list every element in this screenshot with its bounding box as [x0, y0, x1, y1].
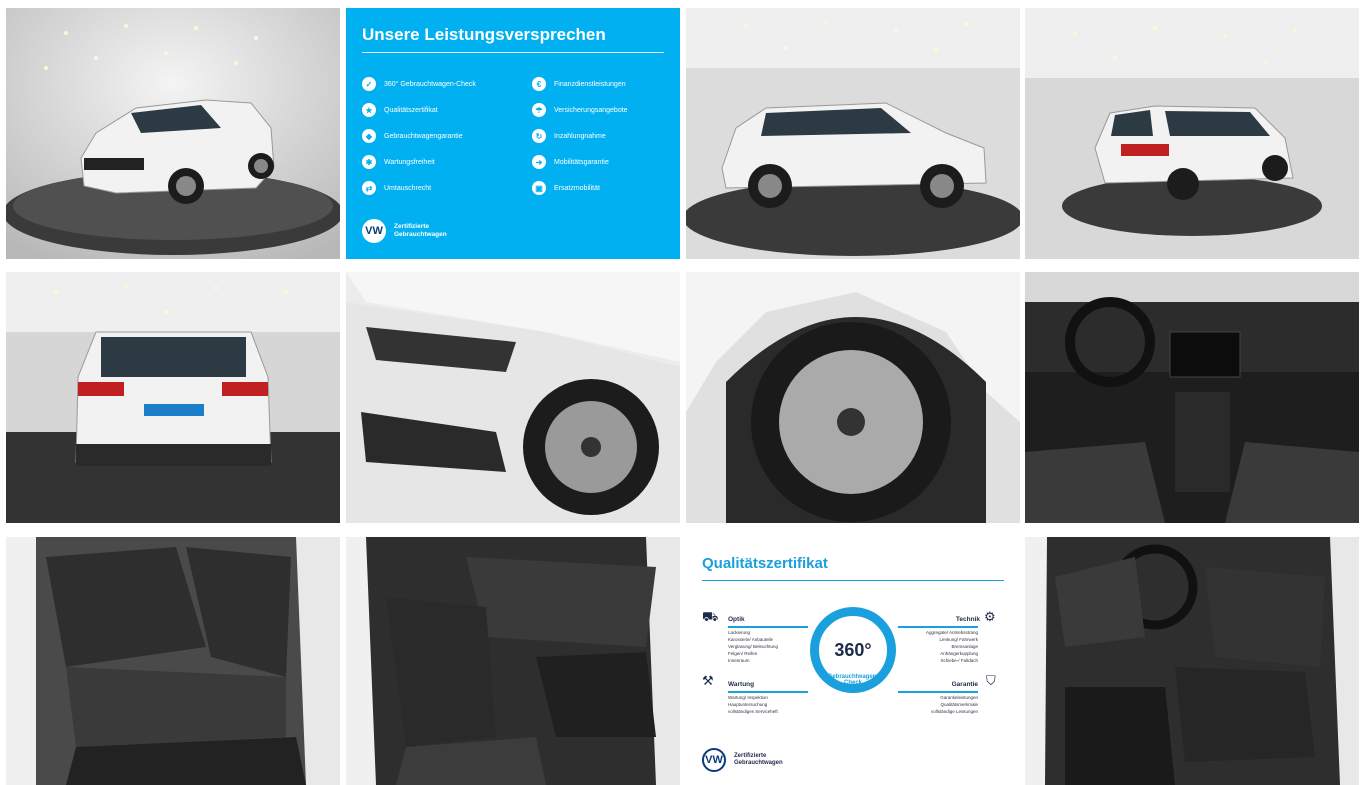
list-item: Verglasung/ Beleuchtung: [728, 644, 779, 649]
passenger-interior-image: [346, 537, 680, 785]
list-item: Qualitätsmerkmale: [940, 702, 978, 707]
front-wheel-headlight-image: [346, 272, 680, 523]
list-item: Karosserie/ Anbauteile: [728, 637, 774, 642]
divider: [898, 626, 978, 628]
section-garantie-label: Garantie: [951, 681, 978, 688]
list-item: Lenkung/ Fahrwerk: [939, 637, 978, 642]
divider: [362, 52, 664, 53]
promise-item: ➜ Mobilitätsgarantie: [532, 154, 609, 170]
photo-rear-seats[interactable]: [6, 537, 340, 785]
list-item: Hauptuntersuchung: [728, 702, 768, 707]
replacement-car-icon: ▣: [532, 181, 546, 195]
divider: [728, 691, 808, 693]
finance-icon: €: [532, 77, 546, 91]
badge-number: 360°: [834, 639, 872, 660]
trade-in-icon: ↻: [532, 129, 546, 143]
list-item: Aggregate/ Antriebsstrang: [925, 630, 978, 635]
insurance-icon: ☂: [532, 103, 546, 117]
promise-item: ◆ Gebrauchtwagengarantie: [362, 128, 463, 144]
shield-check-icon: ⛉: [986, 673, 996, 688]
promise-item: ▣ Ersatzmobilität: [532, 180, 600, 196]
promise-item: ✓ 360° Gebrauchtwagen-Check: [362, 76, 476, 92]
car-rear-three-quarter-image: [1025, 8, 1359, 259]
list-item: vollständige Leistungen: [930, 709, 978, 714]
promise-item: ★ Qualitätszertifikat: [362, 102, 438, 118]
car-tech-icon: ⚙: [984, 609, 996, 624]
promise-item: ☂ Versicherungsangebote: [532, 102, 628, 118]
car-optics-icon: ⛟: [702, 609, 719, 624]
list-item: Lackierung: [728, 630, 751, 635]
car-side-profile-image: [686, 8, 1020, 259]
photo-rear-three-quarter[interactable]: [1025, 8, 1359, 259]
leistungsversprechen-title: Unsere Leistungsversprechen: [362, 25, 606, 44]
promise-item: ✱ Wartungsfreiheit: [362, 154, 435, 170]
photo-side-profile[interactable]: [686, 8, 1020, 259]
list-item: Anhängerkupplung: [940, 651, 978, 656]
section-wartung-label: Wartung: [728, 681, 755, 688]
wheel-closeup-image: [686, 272, 1020, 523]
shield-icon: ◆: [362, 129, 376, 143]
photo-wheel-closeup[interactable]: [686, 272, 1020, 523]
list-item: Bremsanlage: [951, 644, 978, 649]
leistungsversprechen-panel[interactable]: Unsere Leistungsversprechen ✓ 360° Gebrau…: [346, 8, 680, 259]
vw-logo-icon: VW: [702, 748, 726, 772]
list-item: Felgen/ Reifen: [728, 651, 758, 656]
photo-cockpit[interactable]: [1025, 272, 1359, 523]
rear-seats-image: [6, 537, 340, 785]
wrench-icon: ✱: [362, 155, 376, 169]
driver-interior-image: [1025, 537, 1359, 785]
qualitaetszertifikat-title: Qualitätszertifikat: [702, 555, 828, 572]
promise-item: ⇄ Umtauschrecht: [362, 180, 431, 196]
section-technik-label: Technik: [955, 616, 980, 623]
tools-icon: ⚒: [702, 673, 714, 688]
badge-label: Gebrauchtwagen-Check: [827, 674, 879, 686]
promise-item: € Finanzdienstleistungen: [532, 76, 626, 92]
photo-driver-interior[interactable]: [1025, 537, 1359, 785]
promise-item: ↻ Inzahlungnahme: [532, 128, 606, 144]
certified-footer: VW Zertifizierte Gebrauchtwagen: [702, 748, 783, 772]
divider: [702, 580, 1004, 581]
photo-rear[interactable]: [6, 272, 340, 523]
list-item: vollständiges Serviceheft: [728, 709, 778, 714]
photo-front-wheel-headlight[interactable]: [346, 272, 680, 523]
badge-360-icon: 360° Gebrauchtwagen-Check: [810, 607, 896, 693]
list-item: Garantieleistungen: [940, 695, 978, 700]
cockpit-image: [1025, 272, 1359, 523]
car-front-three-quarter-image: [6, 8, 340, 259]
car-rear-image: [6, 272, 340, 523]
exchange-icon: ⇄: [362, 181, 376, 195]
vw-logo-icon: VW: [362, 219, 386, 243]
photo-gallery: Unsere Leistungsversprechen ✓ 360° Gebrau…: [0, 0, 1365, 785]
certified-footer: VW Zertifizierte Gebrauchtwagen: [362, 219, 447, 243]
certificate-icon: ★: [362, 103, 376, 117]
photo-front-three-quarter[interactable]: [6, 8, 340, 259]
list-item: Innenraum: [728, 658, 750, 663]
mobility-icon: ➜: [532, 155, 546, 169]
list-item: Schiebe-/ Faltdach: [940, 658, 978, 663]
qualitaetszertifikat-panel[interactable]: Qualitätszertifikat ⛟ Optik Lackierung K…: [686, 537, 1020, 785]
divider: [728, 626, 808, 628]
section-optik-label: Optik: [728, 616, 745, 623]
photo-passenger-interior[interactable]: [346, 537, 680, 785]
divider: [898, 691, 978, 693]
list-item: Wartung/ Inspektion: [728, 695, 768, 700]
check-360-icon: ✓: [362, 77, 376, 91]
